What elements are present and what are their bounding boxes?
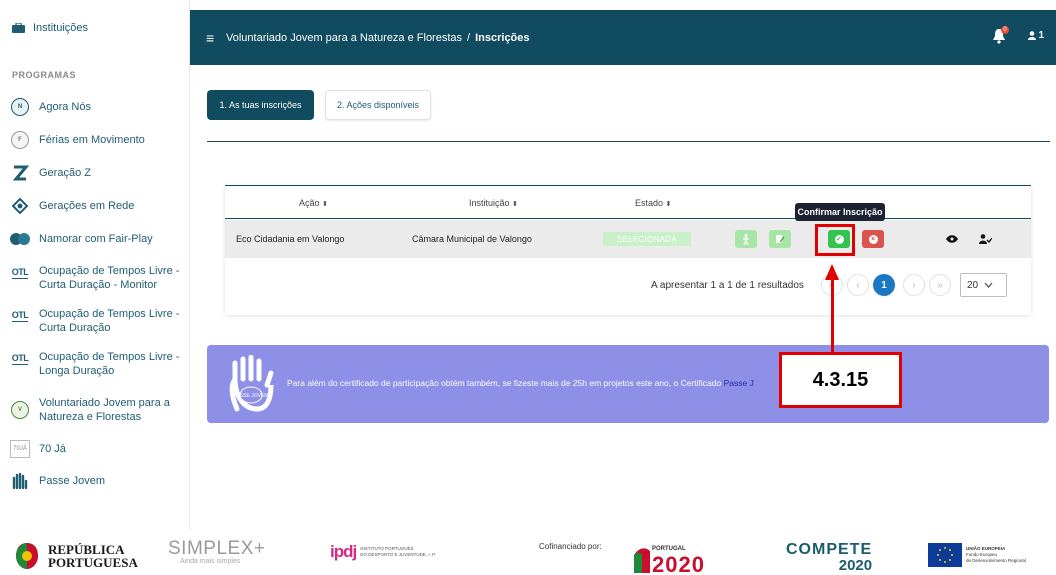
cell-acao: Eco Cidadania em Valongo <box>236 234 345 244</box>
annotation-label: 4.3.15 <box>779 352 902 408</box>
sidebar-item-voluntariado[interactable]: V Voluntariado Jovem para a Natureza e F… <box>9 396 187 424</box>
sidebar: Instituições PROGRAMAS N Agora Nós F Fér… <box>0 0 190 530</box>
pagination-summary: A apresentar 1 a 1 de 1 resultados <box>651 280 804 291</box>
cofinanciado-label: Cofinanciado por: <box>539 542 602 551</box>
sidebar-institutions-label: Instituições <box>33 22 89 34</box>
footer: REPÚBLICA PORTUGUESA SIMPLEX+ Ainda mais … <box>0 530 1056 575</box>
ipdj-logo: ipdj INSTITUTO PORTUGUÊS DO DESPORTO E JU… <box>330 542 436 561</box>
70ja-icon: 70JÁ <box>9 440 31 458</box>
view-button[interactable] <box>941 230 963 248</box>
menu-icon[interactable]: ≡ <box>206 30 220 46</box>
user-check-icon <box>978 234 992 244</box>
col-header-instituicao[interactable]: Instituição ⬍ <box>469 198 518 208</box>
banner-text: Para além do certificado de participação… <box>287 378 754 388</box>
highlight-box <box>815 224 855 256</box>
tab-available-actions[interactable]: 2. Ações disponíveis <box>325 90 431 120</box>
sort-icon: ⬍ <box>322 201 328 208</box>
portugal-2020-logo: PORTUGAL 2020 <box>634 544 705 575</box>
sidebar-item-geracoes-rede[interactable]: Gerações em Rede <box>9 197 187 215</box>
user-check-button[interactable] <box>974 230 996 248</box>
sidebar-item-70ja[interactable]: 70JÁ 70 Já <box>9 440 187 458</box>
eu-logo: UNIÃO EUROPEIA Fundo Europeu de Desenvol… <box>928 543 1026 567</box>
notification-badge: 0 <box>1001 26 1009 34</box>
cancel-registration-button[interactable]: × <box>862 230 884 248</box>
passe-jovem-hand-logo: PASSE JOVEM <box>229 355 274 412</box>
otl-icon: OTL <box>11 266 29 279</box>
annotation-arrow <box>831 280 834 352</box>
simplex-logo: SIMPLEX+ Ainda mais simples <box>168 538 266 565</box>
otl-icon: OTL <box>11 309 29 322</box>
table-header: Ação ⬍ Instituição ⬍ Estado ⬍ <box>225 186 1031 219</box>
fair-play-icon <box>9 230 31 248</box>
passe-jovem-link[interactable]: Passe J <box>724 378 754 388</box>
page-size-select[interactable]: 20 <box>960 273 1007 297</box>
sidebar-item-geracao-z[interactable]: Geração Z <box>9 164 187 182</box>
page-1-button[interactable]: 1 <box>873 274 895 296</box>
close-icon: × <box>868 234 878 244</box>
portugal-coat-icon <box>16 543 38 569</box>
svg-text:PASSE JOVEM: PASSE JOVEM <box>234 393 269 399</box>
col-header-acao[interactable]: Ação ⬍ <box>299 198 328 208</box>
page-next-button[interactable]: › <box>903 274 925 296</box>
breadcrumb: Voluntariado Jovem para a Natureza e Flo… <box>226 31 530 44</box>
republica-logo: REPÚBLICA PORTUGUESA <box>14 542 138 570</box>
sidebar-item-passe-jovem[interactable]: Passe Jovem <box>9 472 187 490</box>
programs-title: PROGRAMAS <box>12 70 77 80</box>
status-badge: SELECIONADA <box>603 232 691 246</box>
walking-person-icon <box>743 233 749 245</box>
sort-icon: ⬍ <box>665 201 672 208</box>
table-row: Eco Cidadania em Valongo Câmara Municipa… <box>225 220 1031 258</box>
cell-instituicao: Câmara Municipal de Valongo <box>412 234 532 244</box>
portugal-flag-icon <box>634 547 650 573</box>
sidebar-item-fair-play[interactable]: Namorar com Fair-Play <box>9 230 187 248</box>
passe-jovem-banner: PASSE JOVEM Para além do certificado de … <box>207 345 1049 423</box>
eu-flag-icon <box>928 543 962 567</box>
geracoes-rede-icon <box>9 197 31 215</box>
walk-button[interactable] <box>735 230 757 248</box>
sidebar-item-otl-curta[interactable]: OTL Ocupação de Tempos Livre - Curta Dur… <box>9 307 187 335</box>
chevron-down-icon <box>984 282 993 288</box>
agora-nos-icon: N <box>9 98 31 116</box>
tab-my-registrations[interactable]: 1. As tuas inscrições <box>207 90 314 120</box>
compete-2020-logo: COMPETE 2020 <box>786 541 873 574</box>
user-menu[interactable]: 1 <box>1028 30 1044 41</box>
page-prev-button[interactable]: ‹ <box>847 274 869 296</box>
annotation-arrowhead <box>825 264 839 280</box>
ferias-icon: F <box>9 131 31 149</box>
sidebar-institutions[interactable]: Instituições <box>12 22 88 34</box>
document-edit-icon <box>776 235 785 243</box>
tooltip-confirm: Confirmar Inscrição <box>795 203 885 221</box>
sort-icon: ⬍ <box>512 201 518 208</box>
passe-jovem-icon <box>9 472 31 490</box>
sidebar-item-otl-longa[interactable]: OTL Ocupação de Tempos Livre - Longa Dur… <box>9 350 187 378</box>
otl-icon: OTL <box>11 352 29 365</box>
user-icon <box>1028 31 1037 40</box>
eye-icon <box>946 235 958 243</box>
sidebar-item-ferias-movimento[interactable]: F Férias em Movimento <box>9 131 187 149</box>
breadcrumb-current: Inscrições <box>475 31 530 44</box>
document-edit-button[interactable] <box>769 230 791 248</box>
topbar: ≡ Voluntariado Jovem para a Natureza e F… <box>190 10 1056 65</box>
geracao-z-icon <box>9 164 31 182</box>
voluntariado-icon: V <box>9 401 31 419</box>
sidebar-item-agora-nos[interactable]: N Agora Nós <box>9 98 187 116</box>
breadcrumb-parent[interactable]: Voluntariado Jovem para a Natureza e Flo… <box>226 32 462 44</box>
bank-icon <box>12 22 25 33</box>
col-header-estado[interactable]: Estado ⬍ <box>635 198 671 208</box>
sidebar-item-otl-monitor[interactable]: OTL Ocupação de Tempos Livre - Curta Dur… <box>9 264 187 292</box>
page-last-button[interactable]: » <box>929 274 951 296</box>
tabs-divider <box>207 141 1050 142</box>
